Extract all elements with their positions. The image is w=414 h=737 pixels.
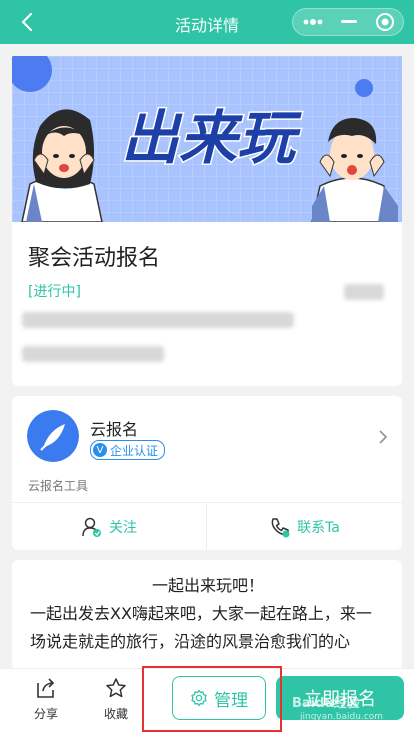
organizer-subtitle: 云报名工具	[28, 479, 89, 493]
divider	[12, 502, 402, 503]
top-navbar: 活动详情	[0, 0, 414, 44]
watermark-url: jingyan.baidu.com	[300, 712, 384, 722]
follow-button[interactable]: 关注	[12, 504, 206, 550]
follow-label: 关注	[109, 520, 137, 536]
event-banner: 出来玩	[12, 56, 402, 222]
close-target-icon[interactable]	[367, 9, 403, 35]
chevron-right-icon[interactable]	[376, 428, 390, 450]
blurred-info	[22, 346, 164, 362]
watermark: Baidu经验	[292, 696, 360, 711]
blurred-info	[22, 312, 294, 328]
verified-label: 企业认证	[110, 443, 159, 458]
follow-icon	[82, 517, 101, 537]
favorite-label: 收藏	[103, 707, 128, 721]
verified-icon: V	[93, 443, 107, 457]
verified-badge: V 企业认证	[90, 440, 166, 460]
banner-text: 出来玩	[121, 104, 302, 172]
favorite-button[interactable]: 收藏	[96, 677, 136, 722]
share-label: 分享	[33, 707, 58, 721]
phone-icon	[271, 518, 290, 538]
share-button[interactable]: 分享	[26, 677, 66, 722]
event-title: 聚会活动报名	[28, 246, 161, 271]
highlight-box	[142, 666, 282, 732]
mini-program-capsule	[292, 8, 404, 36]
blurred-info	[344, 284, 384, 300]
contact-button[interactable]: 联系Ta	[207, 504, 402, 550]
star-icon	[106, 678, 126, 698]
organizer-logo	[27, 410, 79, 462]
event-status: [进行中]	[28, 284, 81, 300]
contact-label: 联系Ta	[297, 520, 340, 536]
minimize-icon[interactable]	[331, 9, 367, 35]
description-heading: 一起出来玩吧！	[151, 576, 264, 595]
organizer-name: 云报名	[90, 420, 139, 439]
description-card: 一起出来玩吧！ 一起出发去XX嗨起来吧，大家一起在路上，来一场说走就走的旅行，沿…	[12, 560, 402, 670]
description-body: 一起出发去XX嗨起来吧，大家一起在路上，来一场说走就走的旅行，沿途的风景治愈我们…	[30, 604, 372, 651]
more-icon[interactable]	[295, 9, 331, 35]
share-icon	[37, 678, 55, 698]
